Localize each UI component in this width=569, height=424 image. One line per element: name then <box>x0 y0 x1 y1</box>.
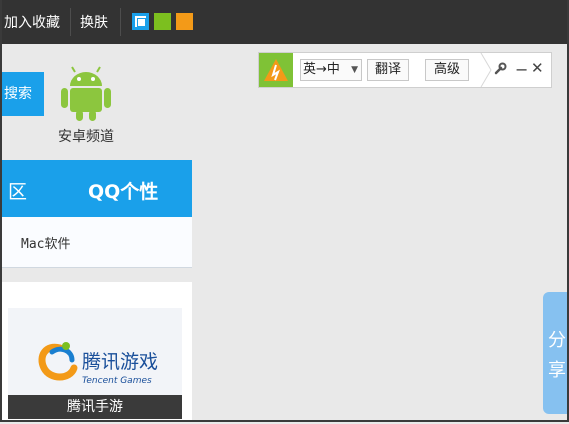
language-pair-select[interactable]: 英→中 ▼ <box>300 59 362 81</box>
skin-green-swatch[interactable] <box>154 13 171 30</box>
top-navigation-bar: 加入收藏 换肤 <box>2 0 567 44</box>
wrench-icon[interactable] <box>493 62 507 76</box>
close-icon[interactable]: ✕ <box>531 59 544 77</box>
android-channel-label[interactable]: 安卓频道 <box>58 126 114 146</box>
share-char-2: 享 <box>548 360 566 381</box>
search-button[interactable]: 搜索 <box>2 72 44 116</box>
share-side-tab[interactable]: 分 享 <box>543 292 567 414</box>
translate-button[interactable]: 翻译 <box>367 59 409 81</box>
topbar-divider <box>120 8 121 36</box>
share-char-1: 分 <box>548 330 566 351</box>
chevron-down-icon: ▼ <box>351 65 358 75</box>
tencent-games-thumbnail[interactable]: 腾讯游戏 Tencent Games <box>8 308 182 400</box>
mac-software-link[interactable]: Mac软件 <box>21 233 70 252</box>
category-tab-bar: 区 QQ个性 <box>2 160 192 217</box>
translate-logo-icon[interactable] <box>259 53 293 87</box>
tab-qq-personal[interactable]: QQ个性 <box>88 177 158 204</box>
advanced-button[interactable]: 高级 <box>425 59 469 81</box>
translate-toolbar: 英→中 ▼ 翻译 高级 − ✕ <box>258 52 552 88</box>
game-caption[interactable]: 腾讯手游 <box>8 395 182 419</box>
sub-links-panel: Mac软件 <box>2 217 192 268</box>
game-card: 腾讯游戏 Tencent Games 腾讯手游 <box>2 282 192 420</box>
tab-zone[interactable]: 区 <box>8 177 27 204</box>
browser-viewport: 加入收藏 换肤 搜索 安卓频道 区 QQ个性 Mac软件 腾讯游戏 Tencen… <box>0 0 569 422</box>
toolbar-divider <box>480 53 492 87</box>
language-pair-value: 英→中 <box>303 62 340 77</box>
game-brand-en-text: Tencent Games <box>82 376 152 386</box>
add-favorite-link[interactable]: 加入收藏 <box>4 12 60 32</box>
skin-orange-swatch[interactable] <box>176 13 193 30</box>
android-icon[interactable] <box>60 64 112 122</box>
topbar-divider <box>70 8 71 36</box>
tencent-games-logo: 腾讯游戏 Tencent Games <box>38 342 158 386</box>
change-skin-link[interactable]: 换肤 <box>80 12 108 32</box>
game-brand-text: 腾讯游戏 <box>82 351 158 373</box>
minimize-icon[interactable]: − <box>515 60 528 79</box>
skin-blue-swatch[interactable] <box>132 13 149 30</box>
